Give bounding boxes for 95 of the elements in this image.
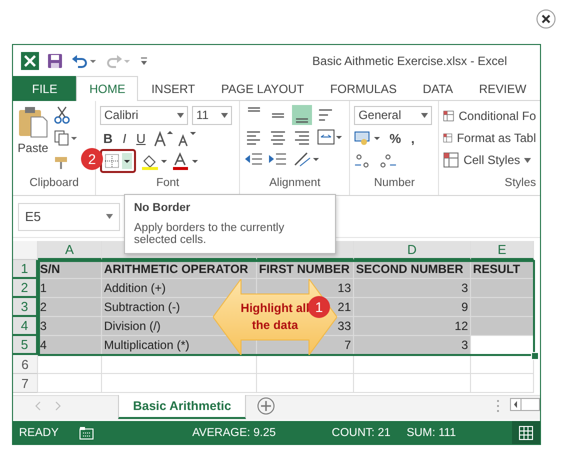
table-cell[interactable] bbox=[102, 355, 257, 374]
underline-button[interactable]: U bbox=[133, 130, 149, 146]
table-cell[interactable] bbox=[471, 279, 534, 298]
clipboard-icon bbox=[17, 105, 49, 139]
row-header[interactable]: 6 bbox=[13, 355, 38, 374]
table-cell[interactable] bbox=[38, 355, 102, 374]
table-cell[interactable] bbox=[257, 355, 354, 374]
caret-icon bbox=[177, 112, 184, 118]
merge-cells-icon[interactable] bbox=[316, 127, 342, 147]
ribbon-tab[interactable]: REVIEW bbox=[466, 76, 540, 101]
dropdown-caret-icon bbox=[122, 153, 132, 169]
table-cell[interactable]: 2 bbox=[38, 298, 102, 317]
tooltip-text: Apply borders to the currently selected cells. bbox=[134, 222, 286, 246]
group-label: Styles bbox=[504, 177, 536, 191]
caret-icon bbox=[106, 214, 113, 219]
fill-handle[interactable] bbox=[531, 352, 539, 360]
name-box[interactable]: E5 bbox=[18, 202, 120, 230]
sheet-tab[interactable]: Basic Arithmetic bbox=[118, 395, 246, 419]
group-label: Alignment bbox=[268, 177, 322, 191]
tooltip-title: No Border bbox=[134, 202, 192, 214]
row-header[interactable]: 5 bbox=[13, 336, 38, 355]
table-cell[interactable] bbox=[471, 298, 534, 317]
align-bottom-button[interactable] bbox=[292, 105, 312, 125]
macro-record-icon[interactable] bbox=[78, 426, 95, 440]
horizontal-scrollbar-icon[interactable] bbox=[510, 396, 540, 412]
cell-styles-icon bbox=[443, 152, 460, 168]
status-count: COUNT: 21 bbox=[332, 426, 391, 438]
caret-icon bbox=[524, 158, 532, 162]
table-cell[interactable] bbox=[38, 374, 102, 393]
row-header[interactable]: 7 bbox=[13, 374, 38, 393]
spreadsheet-app-icon bbox=[21, 52, 39, 70]
status-text: READY bbox=[19, 426, 59, 438]
table-cell[interactable] bbox=[354, 355, 471, 374]
column-header[interactable]: A bbox=[38, 241, 102, 260]
group-label: Number bbox=[372, 177, 416, 191]
borders-button[interactable] bbox=[100, 149, 136, 173]
ribbon-tab[interactable]: INSERT bbox=[138, 76, 208, 101]
ribbon-tab[interactable]: DATA bbox=[410, 76, 466, 101]
add-sheet-icon[interactable] bbox=[256, 396, 276, 416]
save-icon[interactable] bbox=[47, 52, 63, 68]
column-header[interactable]: D bbox=[354, 241, 471, 260]
table-cell[interactable]: 3 bbox=[354, 336, 471, 355]
step-badge: 2 bbox=[81, 148, 103, 170]
table-cell[interactable]: 3 bbox=[354, 279, 471, 298]
row-header[interactable]: 1 bbox=[13, 260, 38, 279]
copy-icon[interactable] bbox=[53, 128, 77, 148]
ribbon-tab[interactable]: HOME bbox=[76, 76, 138, 101]
row-header[interactable]: 4 bbox=[13, 317, 38, 336]
grow-font-icon[interactable] bbox=[152, 129, 173, 147]
font-color-icon[interactable] bbox=[172, 152, 200, 170]
ribbon-tab[interactable]: FORMULAS bbox=[317, 76, 410, 101]
styles-menu-item[interactable]: Cell Styles bbox=[443, 149, 536, 171]
decrease-decimal-icon[interactable] bbox=[378, 152, 398, 170]
caret-icon bbox=[421, 112, 428, 118]
font-name-dropdown[interactable]: Calibri bbox=[100, 106, 188, 124]
table-cell[interactable] bbox=[354, 374, 471, 393]
table-cell[interactable] bbox=[257, 374, 354, 393]
table-cell[interactable]: 3 bbox=[38, 317, 102, 336]
status-sum: SUM: 111 bbox=[406, 426, 456, 438]
currency-icon[interactable] bbox=[354, 129, 382, 147]
row-header[interactable]: 3 bbox=[13, 298, 38, 317]
row-header[interactable]: 2 bbox=[13, 279, 38, 298]
table-cell[interactable]: 1 bbox=[38, 279, 102, 298]
close-icon[interactable] bbox=[536, 9, 556, 29]
conditional-format-icon bbox=[443, 108, 455, 124]
italic-button[interactable]: I bbox=[120, 130, 130, 146]
ribbon-tab[interactable]: PAGE LAYOUT bbox=[208, 76, 318, 101]
table-cell[interactable]: 4 bbox=[38, 336, 102, 355]
normal-view-icon[interactable] bbox=[519, 426, 533, 440]
percent-button[interactable]: % bbox=[386, 130, 404, 146]
table-cell[interactable] bbox=[471, 317, 534, 336]
status-average: AVERAGE: 9.25 bbox=[192, 426, 276, 438]
number-format-dropdown[interactable]: General bbox=[354, 106, 432, 124]
bold-button[interactable]: B bbox=[100, 130, 116, 146]
table-cell[interactable]: Addition (+) bbox=[102, 279, 257, 298]
caret-icon bbox=[221, 112, 228, 118]
table-cell[interactable]: 12 bbox=[354, 317, 471, 336]
table-cell[interactable]: 9 bbox=[354, 298, 471, 317]
font-size-dropdown[interactable]: 11 bbox=[192, 106, 232, 124]
shrink-font-icon[interactable] bbox=[176, 129, 197, 147]
column-header[interactable]: E bbox=[471, 241, 534, 260]
paste-button[interactable]: Paste bbox=[17, 105, 49, 177]
comma-button[interactable]: , bbox=[408, 130, 418, 146]
file-tab[interactable]: FILE bbox=[13, 76, 76, 101]
text-orientation-icon[interactable] bbox=[292, 150, 320, 168]
undo-icon[interactable] bbox=[71, 52, 97, 68]
scissors-icon[interactable] bbox=[53, 105, 71, 125]
border-grid-icon bbox=[104, 153, 120, 169]
table-cell[interactable] bbox=[471, 374, 534, 393]
window-title: Basic Aithmetic Exercise.xlsx - Excel bbox=[312, 54, 507, 68]
table-cell[interactable] bbox=[102, 374, 257, 393]
group-label: Font bbox=[155, 177, 180, 191]
styles-menu-item[interactable]: Format as Tabl bbox=[443, 127, 536, 149]
group-label: Clipboard bbox=[28, 177, 80, 191]
styles-menu-item[interactable]: Conditional Fo bbox=[443, 105, 536, 127]
